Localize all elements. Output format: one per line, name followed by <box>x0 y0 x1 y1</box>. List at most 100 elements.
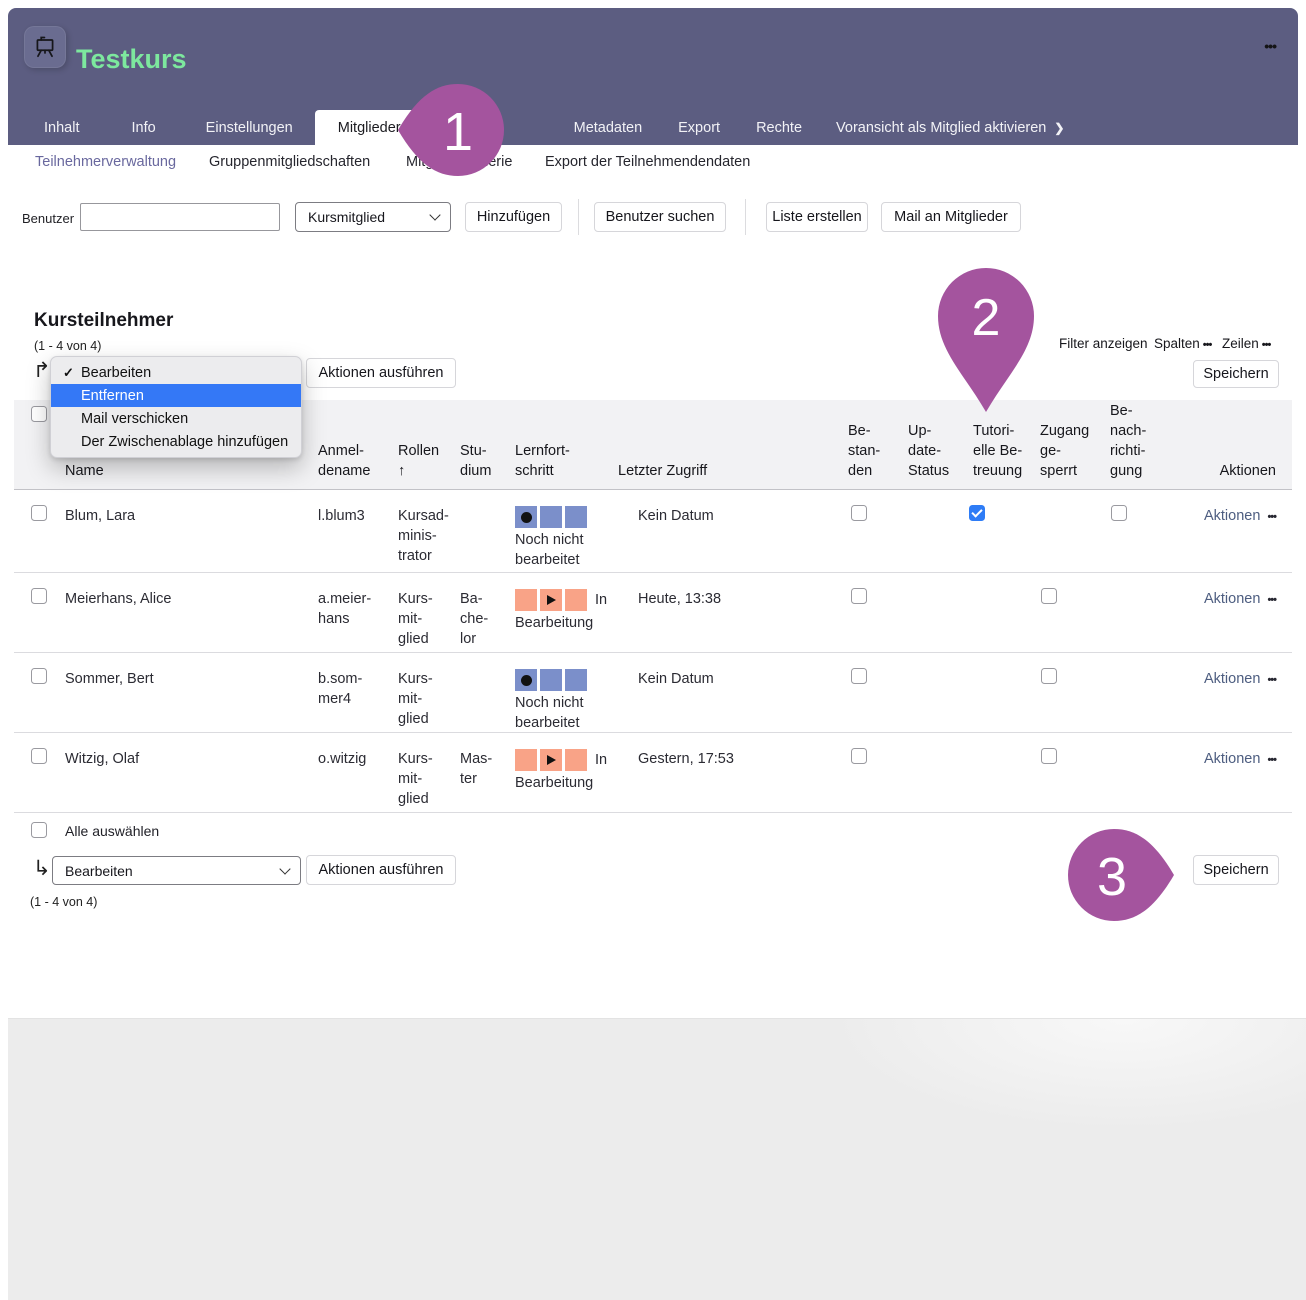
tab-rechte[interactable]: Rechte <box>754 110 804 145</box>
course-header: Testkurs ••• Inhalt Info Einstellungen M… <box>8 8 1298 145</box>
ellipsis-icon: ••• <box>1267 674 1276 686</box>
filter-anzeigen-link[interactable]: Filter anzeigen <box>1059 336 1148 351</box>
col-lernfortschritt[interactable]: Lernfort- schritt <box>515 441 570 481</box>
col-bestanden[interactable]: Be- stan- den <box>848 421 880 481</box>
row-checkbox[interactable] <box>31 505 47 521</box>
speichern-button-top[interactable]: Speichern <box>1193 360 1279 388</box>
learning-progress: Noch nicht bearbeitet <box>515 506 590 570</box>
spalten-label: Spalten <box>1154 336 1200 351</box>
zugang-gesperrt-checkbox[interactable] <box>1041 668 1057 684</box>
zugang-gesperrt-checkbox[interactable] <box>1041 748 1057 764</box>
voransicht-label: Voransicht als Mitglied aktivieren <box>836 120 1046 136</box>
progress-square <box>565 589 587 611</box>
chevron-down-icon <box>429 209 440 220</box>
divider <box>745 199 746 235</box>
arrow-down-right-icon: ↳ <box>33 856 51 881</box>
menu-item-entfernen[interactable]: Entfernen <box>51 384 301 407</box>
tab-metadaten[interactable]: Metadaten <box>572 110 645 145</box>
select-all-header-checkbox[interactable] <box>31 406 47 422</box>
progress-square <box>515 506 537 528</box>
menu-item-zwischenablage[interactable]: Der Zwischenablage hinzufügen <box>51 430 301 453</box>
chevron-right-icon: ❯ <box>1054 121 1064 135</box>
select-all-label: Alle auswählen <box>65 823 159 839</box>
menu-item-mail-verschicken[interactable]: Mail verschicken <box>51 407 301 430</box>
menu-item-bearbeiten[interactable]: ✓ Bearbeiten <box>51 361 301 384</box>
tab-export[interactable]: Export <box>676 110 722 145</box>
tab-einstellungen[interactable]: Einstellungen <box>204 110 295 145</box>
spalten-menu[interactable]: Spalten••• <box>1154 336 1211 351</box>
tab-inhalt[interactable]: Inhalt <box>42 110 81 145</box>
subnav-gruppenmitgliedschaften[interactable]: Gruppenmitgliedschaften <box>209 154 370 170</box>
header-more-menu-icon[interactable]: ••• <box>1264 38 1276 54</box>
aktionen-label: Aktionen <box>1204 508 1260 524</box>
progress-square <box>565 506 587 528</box>
row-checkbox[interactable] <box>31 668 47 684</box>
bestanden-checkbox[interactable] <box>851 505 867 521</box>
tab-voransicht[interactable]: Voransicht als Mitglied aktivieren ❯ <box>834 110 1066 145</box>
row-aktionen-link[interactable]: Aktionen ••• <box>1204 669 1276 690</box>
hinzufuegen-button[interactable]: Hinzufügen <box>465 202 562 232</box>
bulk-action-dropdown-menu: ✓ Bearbeiten Entfernen Mail verschicken … <box>50 356 302 458</box>
aktionen-ausfuehren-button-bottom[interactable]: Aktionen ausführen <box>306 855 456 885</box>
aktionen-label: Aktionen <box>1204 591 1260 607</box>
role-select[interactable]: Kursmitglied <box>295 202 451 232</box>
row-checkbox[interactable] <box>31 588 47 604</box>
aktionen-label: Aktionen <box>1204 671 1260 687</box>
subnav-mitgliedergalerie[interactable]: Mitgliedergalerie <box>406 154 512 170</box>
zeilen-menu[interactable]: Zeilen••• <box>1222 336 1270 351</box>
zeilen-label: Zeilen <box>1222 336 1259 351</box>
member-role: Kurs- mit- glied <box>398 749 433 809</box>
bulk-action-select-bottom[interactable]: Bearbeiten <box>52 856 301 885</box>
row-checkbox[interactable] <box>31 748 47 764</box>
divider <box>578 199 579 235</box>
member-username: l.blum3 <box>318 506 365 526</box>
subnav-teilnehmerverwaltung[interactable]: Teilnehmerverwaltung <box>35 154 176 170</box>
member-username: b.som- mer4 <box>318 669 362 709</box>
benutzer-input[interactable] <box>80 203 280 231</box>
select-all-checkbox[interactable] <box>31 822 47 838</box>
col-aktionen: Aktionen <box>1220 461 1276 481</box>
progress-label: Bearbeitung <box>515 613 607 633</box>
bestanden-checkbox[interactable] <box>851 748 867 764</box>
mail-an-mitglieder-button[interactable]: Mail an Mitglieder <box>881 202 1021 232</box>
progress-label: Noch nicht bearbeitet <box>515 693 590 733</box>
zugang-gesperrt-checkbox[interactable] <box>1041 588 1057 604</box>
bestanden-checkbox[interactable] <box>851 588 867 604</box>
progress-square <box>515 669 537 691</box>
col-benachrichtigung[interactable]: Be- nach- richti- gung <box>1110 401 1146 481</box>
tab-info[interactable]: Info <box>129 110 157 145</box>
role-select-value: Kursmitglied <box>308 209 385 225</box>
col-rollen-sorted[interactable]: Rollen↑ <box>398 441 439 481</box>
checkmark-icon: ✓ <box>63 365 81 381</box>
benachrichtigung-checkbox[interactable] <box>1111 505 1127 521</box>
annotation-pin-3: 3 <box>1066 827 1176 923</box>
member-name: Witzig, Olaf <box>65 749 139 769</box>
row-aktionen-link[interactable]: Aktionen ••• <box>1204 749 1276 770</box>
row-aktionen-link[interactable]: Aktionen ••• <box>1204 506 1276 527</box>
bestanden-checkbox[interactable] <box>851 668 867 684</box>
col-letzter-zugriff[interactable]: Letzter Zugriff <box>618 461 707 481</box>
col-update-status[interactable]: Up- date- Status <box>908 421 949 481</box>
learning-progress: Noch nicht bearbeitet <box>515 669 590 733</box>
progress-label-inline: In <box>595 750 607 770</box>
tab-mitglieder[interactable]: Mitglieder <box>315 110 424 145</box>
aktionen-ausfuehren-button-top[interactable]: Aktionen ausführen <box>306 358 456 388</box>
tutorielle-betreuung-checkbox[interactable] <box>969 505 985 521</box>
progress-square <box>515 749 537 771</box>
col-name[interactable]: Name <box>65 461 104 481</box>
col-zugang-gesperrt[interactable]: Zugang ge- sperrt <box>1040 421 1089 481</box>
liste-erstellen-button[interactable]: Liste erstellen <box>766 202 868 232</box>
benutzer-suchen-button[interactable]: Benutzer suchen <box>594 202 726 232</box>
subnav-export-teilnehmendendaten[interactable]: Export der Teilnehmendendaten <box>545 154 750 170</box>
progress-label: Noch nicht bearbeitet <box>515 530 590 570</box>
member-username: a.meier- hans <box>318 589 371 629</box>
course-members-page: Testkurs ••• Inhalt Info Einstellungen M… <box>0 0 1306 1300</box>
col-anmeldename[interactable]: Anmel- dename <box>318 441 370 481</box>
col-tutorielle-betreuung[interactable]: Tutori- elle Be- treuung <box>973 421 1022 481</box>
row-aktionen-link[interactable]: Aktionen ••• <box>1204 589 1276 610</box>
col-studium[interactable]: Stu- dium <box>460 441 491 481</box>
course-tab-bar: Inhalt Info Einstellungen Mitglieder Met… <box>26 110 1066 145</box>
page-footer-area <box>8 1018 1306 1300</box>
section-title: Kursteilnehmer <box>34 310 173 332</box>
speichern-button-bottom[interactable]: Speichern <box>1193 855 1279 885</box>
